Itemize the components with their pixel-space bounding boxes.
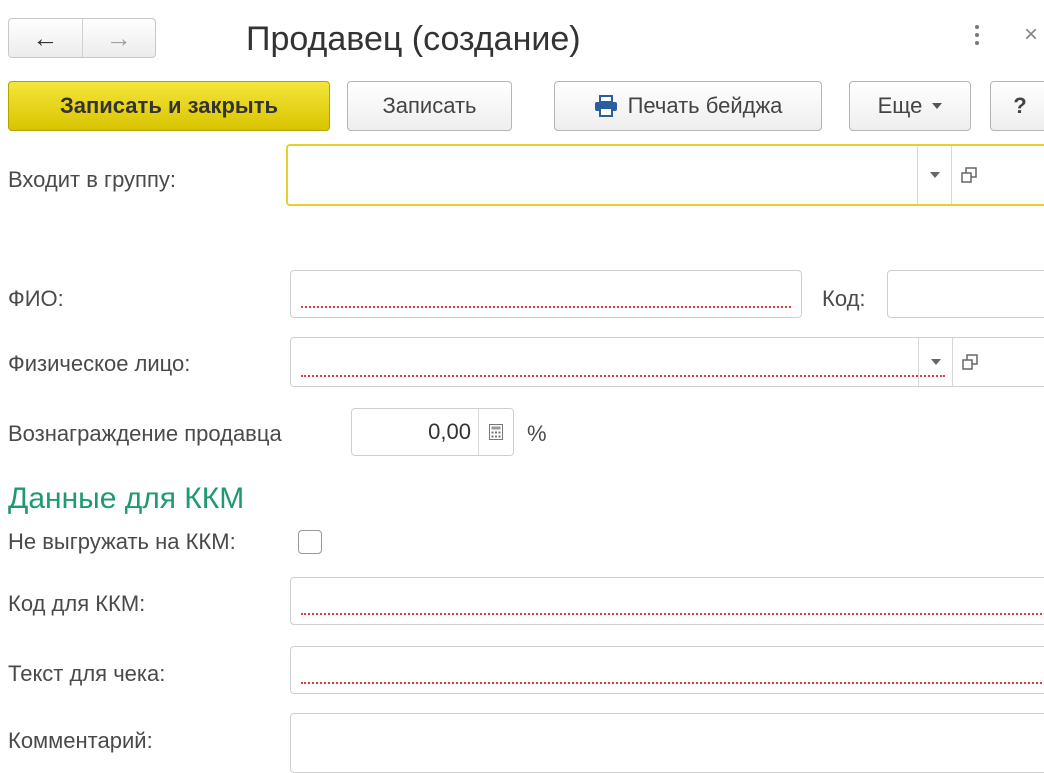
- history-nav: ← →: [8, 18, 156, 58]
- calculator-button[interactable]: [478, 409, 513, 455]
- receipt-text-field[interactable]: [290, 646, 1044, 694]
- print-badge-button[interactable]: Печать бейджа: [554, 81, 822, 131]
- person-label: Физическое лицо:: [8, 351, 191, 376]
- comment-label: Комментарий:: [8, 728, 153, 753]
- more-button[interactable]: Еще: [849, 81, 971, 131]
- required-underline: [301, 613, 1044, 615]
- reward-label: Вознаграждение продавца: [8, 421, 282, 446]
- close-icon[interactable]: ×: [1024, 20, 1038, 50]
- kkm-section-title: Данные для ККМ: [8, 482, 245, 515]
- chevron-down-icon: [930, 172, 940, 178]
- receipt-text-label: Текст для чека:: [8, 661, 166, 686]
- code-field[interactable]: [887, 270, 1044, 318]
- person-open-button[interactable]: [952, 338, 987, 386]
- chevron-down-icon: [931, 359, 941, 365]
- arrow-right-icon: →: [105, 22, 132, 53]
- print-badge-label: Печать бейджа: [627, 93, 783, 118]
- arrow-left-icon: ←: [32, 22, 59, 53]
- kkm-code-label: Код для ККМ:: [8, 591, 146, 616]
- required-underline: [301, 375, 945, 377]
- group-label: Входит в группу:: [8, 167, 176, 192]
- no-export-label: Не выгружать на ККМ:: [8, 529, 236, 554]
- chevron-down-icon: [932, 103, 943, 109]
- no-export-checkbox[interactable]: [298, 530, 322, 554]
- group-open-button[interactable]: [951, 146, 986, 204]
- open-window-icon: [962, 354, 978, 370]
- comment-field[interactable]: [290, 713, 1044, 773]
- kkm-code-field[interactable]: [290, 577, 1044, 625]
- open-window-icon: [961, 167, 977, 183]
- more-label: Еще: [877, 93, 923, 118]
- printer-icon: [594, 95, 617, 117]
- person-dropdown-button[interactable]: [918, 338, 953, 386]
- back-button[interactable]: ←: [9, 19, 82, 57]
- reward-field[interactable]: 0,00: [351, 408, 514, 456]
- required-underline: [301, 306, 791, 308]
- save-and-close-button[interactable]: Записать и закрыть: [8, 81, 330, 131]
- fio-field[interactable]: [290, 270, 802, 318]
- reward-value: 0,00: [428, 419, 471, 444]
- code-label: Код:: [822, 286, 866, 311]
- fio-label: ФИО:: [8, 286, 64, 311]
- page-title: Продавец (создание): [246, 20, 581, 58]
- help-button[interactable]: ?: [990, 81, 1044, 131]
- required-underline: [301, 682, 1044, 684]
- person-field[interactable]: [290, 337, 1044, 387]
- forward-button[interactable]: →: [81, 19, 156, 57]
- group-field[interactable]: [286, 144, 1044, 206]
- calculator-icon: [489, 424, 503, 440]
- group-dropdown-button[interactable]: [917, 146, 952, 204]
- save-button[interactable]: Записать: [347, 81, 512, 131]
- more-actions-icon[interactable]: [972, 22, 982, 52]
- reward-unit: %: [527, 421, 547, 446]
